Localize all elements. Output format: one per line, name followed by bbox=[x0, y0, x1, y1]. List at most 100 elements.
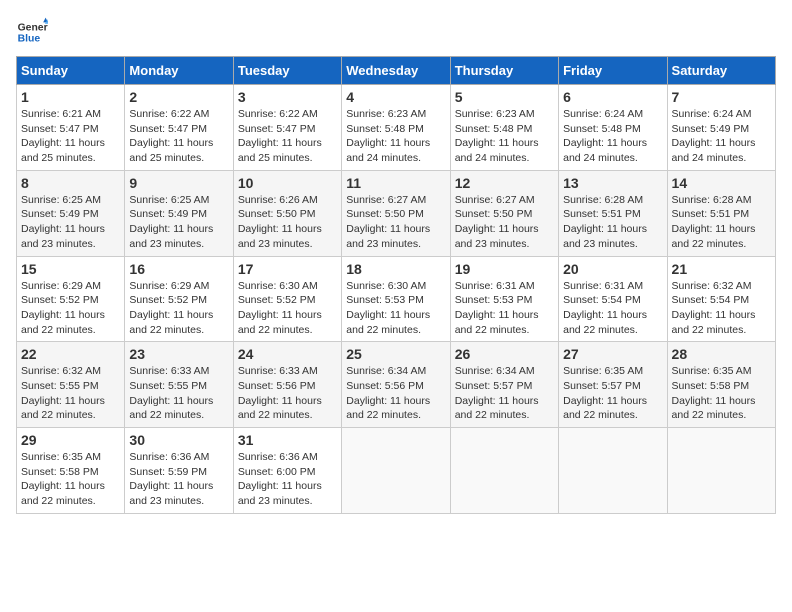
calendar-header-row: SundayMondayTuesdayWednesdayThursdayFrid… bbox=[17, 57, 776, 85]
day-number: 4 bbox=[346, 89, 445, 105]
day-info: Sunrise: 6:36 AMSunset: 5:59 PMDaylight:… bbox=[129, 450, 228, 509]
calendar-body: 1 Sunrise: 6:21 AMSunset: 5:47 PMDaylight… bbox=[17, 85, 776, 514]
day-number: 11 bbox=[346, 175, 445, 191]
day-info: Sunrise: 6:32 AMSunset: 5:55 PMDaylight:… bbox=[21, 364, 120, 423]
day-number: 30 bbox=[129, 432, 228, 448]
day-info: Sunrise: 6:26 AMSunset: 5:50 PMDaylight:… bbox=[238, 193, 337, 252]
header-wednesday: Wednesday bbox=[342, 57, 450, 85]
day-number: 24 bbox=[238, 346, 337, 362]
header-friday: Friday bbox=[559, 57, 667, 85]
table-row: 26 Sunrise: 6:34 AMSunset: 5:57 PMDayligh… bbox=[450, 342, 558, 428]
calendar-week-5: 29 Sunrise: 6:35 AMSunset: 5:58 PMDayligh… bbox=[17, 428, 776, 514]
header-sunday: Sunday bbox=[17, 57, 125, 85]
table-row: 5Sunrise: 6:23 AMSunset: 5:48 PMDaylight… bbox=[450, 85, 558, 171]
svg-text:General: General bbox=[18, 22, 48, 33]
day-info: Sunrise: 6:30 AMSunset: 5:52 PMDaylight:… bbox=[238, 279, 337, 338]
day-info: Sunrise: 6:30 AMSunset: 5:53 PMDaylight:… bbox=[346, 279, 445, 338]
table-row: 4 Sunrise: 6:23 AMSunset: 5:48 PMDaylight… bbox=[342, 85, 450, 171]
calendar-week-3: 15 Sunrise: 6:29 AMSunset: 5:52 PMDayligh… bbox=[17, 256, 776, 342]
table-row: 16 Sunrise: 6:29 AMSunset: 5:52 PMDayligh… bbox=[125, 256, 233, 342]
day-info: Sunrise: 6:23 AMSunset: 5:48 PMDaylight:… bbox=[346, 107, 445, 166]
table-row: 31 Sunrise: 6:36 AMSunset: 6:00 PMDayligh… bbox=[233, 428, 341, 514]
logo-icon: General Blue bbox=[16, 16, 48, 48]
day-info: Sunrise: 6:24 AMSunset: 5:48 PMDaylight:… bbox=[563, 107, 662, 166]
day-number: 10 bbox=[238, 175, 337, 191]
day-number: 31 bbox=[238, 432, 337, 448]
day-number: 5 bbox=[455, 89, 554, 105]
day-info: Sunrise: 6:22 AMSunset: 5:47 PMDaylight:… bbox=[238, 107, 337, 166]
day-info: Sunrise: 6:35 AMSunset: 5:57 PMDaylight:… bbox=[563, 364, 662, 423]
table-row: 17 Sunrise: 6:30 AMSunset: 5:52 PMDayligh… bbox=[233, 256, 341, 342]
table-row: 1 Sunrise: 6:21 AMSunset: 5:47 PMDaylight… bbox=[17, 85, 125, 171]
table-row: 19Sunrise: 6:31 AMSunset: 5:53 PMDayligh… bbox=[450, 256, 558, 342]
day-info: Sunrise: 6:28 AMSunset: 5:51 PMDaylight:… bbox=[563, 193, 662, 252]
day-number: 28 bbox=[672, 346, 771, 362]
day-number: 6 bbox=[563, 89, 662, 105]
table-row bbox=[667, 428, 775, 514]
svg-text:Blue: Blue bbox=[18, 34, 41, 45]
day-number: 22 bbox=[21, 346, 120, 362]
header-saturday: Saturday bbox=[667, 57, 775, 85]
day-number: 19 bbox=[455, 261, 554, 277]
page-header: General Blue bbox=[16, 16, 776, 48]
table-row: 2 Sunrise: 6:22 AMSunset: 5:47 PMDaylight… bbox=[125, 85, 233, 171]
table-row: 14Sunrise: 6:28 AMSunset: 5:51 PMDayligh… bbox=[667, 170, 775, 256]
logo: General Blue bbox=[16, 16, 52, 48]
day-info: Sunrise: 6:32 AMSunset: 5:54 PMDaylight:… bbox=[672, 279, 771, 338]
table-row: 7 Sunrise: 6:24 AMSunset: 5:49 PMDaylight… bbox=[667, 85, 775, 171]
day-number: 29 bbox=[21, 432, 120, 448]
day-info: Sunrise: 6:34 AMSunset: 5:57 PMDaylight:… bbox=[455, 364, 554, 423]
day-number: 25 bbox=[346, 346, 445, 362]
table-row: 15 Sunrise: 6:29 AMSunset: 5:52 PMDayligh… bbox=[17, 256, 125, 342]
table-row: 23Sunrise: 6:33 AMSunset: 5:55 PMDayligh… bbox=[125, 342, 233, 428]
day-number: 27 bbox=[563, 346, 662, 362]
day-info: Sunrise: 6:27 AMSunset: 5:50 PMDaylight:… bbox=[346, 193, 445, 252]
table-row bbox=[559, 428, 667, 514]
day-number: 15 bbox=[21, 261, 120, 277]
calendar-table: SundayMondayTuesdayWednesdayThursdayFrid… bbox=[16, 56, 776, 514]
header-tuesday: Tuesday bbox=[233, 57, 341, 85]
table-row: 12 Sunrise: 6:27 AMSunset: 5:50 PMDayligh… bbox=[450, 170, 558, 256]
day-info: Sunrise: 6:29 AMSunset: 5:52 PMDaylight:… bbox=[21, 279, 120, 338]
table-row: 28 Sunrise: 6:35 AMSunset: 5:58 PMDayligh… bbox=[667, 342, 775, 428]
calendar-week-2: 8 Sunrise: 6:25 AMSunset: 5:49 PMDaylight… bbox=[17, 170, 776, 256]
day-number: 16 bbox=[129, 261, 228, 277]
day-number: 1 bbox=[21, 89, 120, 105]
table-row: 8 Sunrise: 6:25 AMSunset: 5:49 PMDaylight… bbox=[17, 170, 125, 256]
table-row: 3 Sunrise: 6:22 AMSunset: 5:47 PMDaylight… bbox=[233, 85, 341, 171]
day-number: 12 bbox=[455, 175, 554, 191]
day-info: Sunrise: 6:33 AMSunset: 5:56 PMDaylight:… bbox=[238, 364, 337, 423]
table-row: 9 Sunrise: 6:25 AMSunset: 5:49 PMDaylight… bbox=[125, 170, 233, 256]
day-info: Sunrise: 6:35 AMSunset: 5:58 PMDaylight:… bbox=[672, 364, 771, 423]
day-info: Sunrise: 6:22 AMSunset: 5:47 PMDaylight:… bbox=[129, 107, 228, 166]
day-number: 8 bbox=[21, 175, 120, 191]
day-number: 2 bbox=[129, 89, 228, 105]
day-info: Sunrise: 6:27 AMSunset: 5:50 PMDaylight:… bbox=[455, 193, 554, 252]
calendar-week-4: 22 Sunrise: 6:32 AMSunset: 5:55 PMDayligh… bbox=[17, 342, 776, 428]
table-row bbox=[450, 428, 558, 514]
table-row: 13Sunrise: 6:28 AMSunset: 5:51 PMDayligh… bbox=[559, 170, 667, 256]
day-info: Sunrise: 6:24 AMSunset: 5:49 PMDaylight:… bbox=[672, 107, 771, 166]
table-row: 27 Sunrise: 6:35 AMSunset: 5:57 PMDayligh… bbox=[559, 342, 667, 428]
day-info: Sunrise: 6:36 AMSunset: 6:00 PMDaylight:… bbox=[238, 450, 337, 509]
day-number: 21 bbox=[672, 261, 771, 277]
table-row: 6 Sunrise: 6:24 AMSunset: 5:48 PMDaylight… bbox=[559, 85, 667, 171]
day-number: 9 bbox=[129, 175, 228, 191]
table-row: 22 Sunrise: 6:32 AMSunset: 5:55 PMDayligh… bbox=[17, 342, 125, 428]
day-info: Sunrise: 6:28 AMSunset: 5:51 PMDaylight:… bbox=[672, 193, 771, 252]
day-info: Sunrise: 6:29 AMSunset: 5:52 PMDaylight:… bbox=[129, 279, 228, 338]
day-number: 7 bbox=[672, 89, 771, 105]
day-info: Sunrise: 6:21 AMSunset: 5:47 PMDaylight:… bbox=[21, 107, 120, 166]
day-info: Sunrise: 6:35 AMSunset: 5:58 PMDaylight:… bbox=[21, 450, 120, 509]
day-info: Sunrise: 6:34 AMSunset: 5:56 PMDaylight:… bbox=[346, 364, 445, 423]
day-number: 3 bbox=[238, 89, 337, 105]
day-info: Sunrise: 6:25 AMSunset: 5:49 PMDaylight:… bbox=[21, 193, 120, 252]
day-info: Sunrise: 6:33 AMSunset: 5:55 PMDaylight:… bbox=[129, 364, 228, 423]
header-thursday: Thursday bbox=[450, 57, 558, 85]
day-number: 17 bbox=[238, 261, 337, 277]
table-row: 30 Sunrise: 6:36 AMSunset: 5:59 PMDayligh… bbox=[125, 428, 233, 514]
calendar-week-1: 1 Sunrise: 6:21 AMSunset: 5:47 PMDaylight… bbox=[17, 85, 776, 171]
day-number: 26 bbox=[455, 346, 554, 362]
day-info: Sunrise: 6:25 AMSunset: 5:49 PMDaylight:… bbox=[129, 193, 228, 252]
day-info: Sunrise: 6:31 AMSunset: 5:54 PMDaylight:… bbox=[563, 279, 662, 338]
